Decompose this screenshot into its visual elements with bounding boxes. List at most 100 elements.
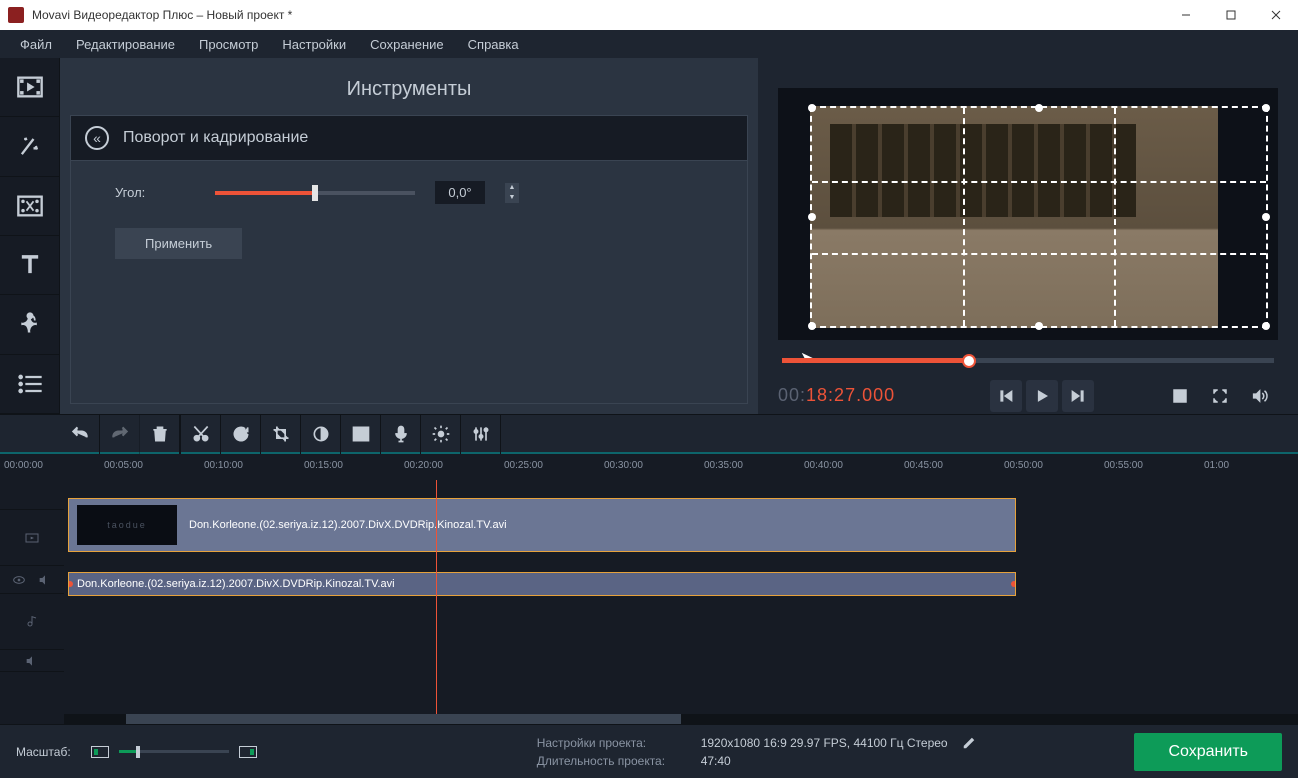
- settings-button[interactable]: [421, 414, 461, 454]
- ruler-tick: 00:40:00: [804, 460, 843, 471]
- mic-button[interactable]: [381, 414, 421, 454]
- spinner-down-icon[interactable]: ▼: [505, 193, 519, 203]
- sidebar-effects[interactable]: [0, 295, 59, 354]
- equalizer-button[interactable]: [461, 414, 501, 454]
- volume-button[interactable]: [1242, 378, 1278, 414]
- menu-save[interactable]: Сохранение: [358, 33, 456, 56]
- preview-panel: ➤ 00:18:27.000: [758, 58, 1298, 414]
- proj-settings-value: 1920x1080 16:9 29.97 FPS, 44100 Гц Стере…: [701, 736, 948, 750]
- close-button[interactable]: [1253, 0, 1298, 30]
- minimize-button[interactable]: [1163, 0, 1208, 30]
- ruler-tick: 00:25:00: [504, 460, 543, 471]
- sidebar-media[interactable]: [0, 58, 59, 117]
- menu-view[interactable]: Просмотр: [187, 33, 270, 56]
- tool-name: Поворот и кадрирование: [123, 129, 308, 147]
- ruler-tick: 00:45:00: [904, 460, 943, 471]
- crop-handle-mr[interactable]: [1262, 213, 1270, 221]
- clip-thumbnail: taodue: [77, 505, 177, 545]
- scrollbar-thumb[interactable]: [126, 714, 681, 724]
- tool-body: Угол: 0,0° ▲▼ Применить: [70, 160, 748, 404]
- video-track-icon: [24, 530, 40, 546]
- crop-handle-br[interactable]: [1262, 322, 1270, 330]
- timeline-toolbar: [0, 414, 1298, 454]
- sidebar-more[interactable]: [0, 355, 59, 414]
- crop-handle-bc[interactable]: [1035, 322, 1043, 330]
- delete-button[interactable]: [140, 414, 180, 454]
- crop-handle-ml[interactable]: [808, 213, 816, 221]
- image-button[interactable]: [341, 414, 381, 454]
- proj-settings-label: Настройки проекта:: [537, 736, 687, 750]
- ruler-tick: 00:55:00: [1104, 460, 1143, 471]
- zoom-label: Масштаб:: [16, 745, 71, 759]
- play-button[interactable]: [1026, 380, 1058, 412]
- menu-file[interactable]: Файл: [8, 33, 64, 56]
- track-headers: [0, 480, 64, 714]
- redo-button[interactable]: [100, 414, 140, 454]
- rotate-button[interactable]: [221, 414, 261, 454]
- save-button[interactable]: Сохранить: [1134, 733, 1282, 771]
- timeline: 00:00:0000:05:0000:10:0000:15:0000:20:00…: [0, 454, 1298, 724]
- ruler-tick: 00:10:00: [204, 460, 243, 471]
- menu-edit[interactable]: Редактирование: [64, 33, 187, 56]
- undo-button[interactable]: [60, 414, 100, 454]
- zoom-in-icon[interactable]: [239, 746, 257, 758]
- statusbar: Масштаб: Настройки проекта: 1920x1080 16…: [0, 724, 1298, 778]
- seek-bar[interactable]: [782, 358, 1274, 363]
- angle-value[interactable]: 0,0°: [435, 181, 485, 204]
- angle-slider-thumb[interactable]: [312, 185, 318, 201]
- crop-handle-tr[interactable]: [1262, 104, 1270, 112]
- playhead[interactable]: [436, 480, 437, 714]
- fullscreen-button[interactable]: [1202, 378, 1238, 414]
- prev-frame-button[interactable]: [990, 380, 1022, 412]
- clip-label: Don.Korleone.(02.seriya.iz.12).2007.DivX…: [189, 519, 507, 531]
- menu-settings[interactable]: Настройки: [270, 33, 358, 56]
- ruler-tick: 00:50:00: [1004, 460, 1043, 471]
- crop-frame[interactable]: [810, 106, 1268, 328]
- eye-icon[interactable]: [11, 572, 27, 588]
- ruler-tick: 00:35:00: [704, 460, 743, 471]
- edit-icon[interactable]: [962, 736, 976, 750]
- spinner-up-icon[interactable]: ▲: [505, 183, 519, 193]
- speaker-icon[interactable]: [24, 653, 40, 669]
- zoom-slider-thumb[interactable]: [136, 746, 140, 758]
- crop-handle-tc[interactable]: [1035, 104, 1043, 112]
- next-frame-button[interactable]: [1062, 380, 1094, 412]
- sidebar-titles[interactable]: [0, 236, 59, 295]
- menu-help[interactable]: Справка: [456, 33, 531, 56]
- tool-panel: Инструменты « Поворот и кадрирование Уго…: [60, 58, 758, 414]
- ruler-tick: 00:00:00: [4, 460, 43, 471]
- color-button[interactable]: [301, 414, 341, 454]
- back-icon[interactable]: «: [85, 126, 109, 150]
- ruler-tick: 01:00: [1204, 460, 1229, 471]
- crop-handle-tl[interactable]: [808, 104, 816, 112]
- proj-duration-label: Длительность проекта:: [537, 754, 687, 768]
- sidebar-transitions[interactable]: [0, 177, 59, 236]
- crop-handle-bl[interactable]: [808, 322, 816, 330]
- clip-label: Don.Korleone.(02.seriya.iz.12).2007.DivX…: [77, 578, 395, 590]
- video-clip[interactable]: taodue Don.Korleone.(02.seriya.iz.12).20…: [68, 498, 1016, 552]
- time-ruler[interactable]: 00:00:0000:05:0000:10:0000:15:0000:20:00…: [0, 454, 1298, 480]
- speaker-icon[interactable]: [37, 572, 53, 588]
- angle-slider[interactable]: [215, 191, 415, 195]
- crop-button[interactable]: [261, 414, 301, 454]
- zoom-slider[interactable]: [119, 750, 229, 753]
- sidebar: [0, 58, 60, 414]
- sidebar-filters[interactable]: [0, 117, 59, 176]
- zoom-out-icon[interactable]: [91, 746, 109, 758]
- timeline-scrollbar[interactable]: [64, 714, 1298, 724]
- maximize-button[interactable]: [1208, 0, 1253, 30]
- preview-canvas[interactable]: ➤: [778, 88, 1278, 340]
- menubar: Файл Редактирование Просмотр Настройки С…: [0, 30, 1298, 58]
- angle-label: Угол:: [115, 185, 195, 200]
- ruler-tick: 00:05:00: [104, 460, 143, 471]
- cut-button[interactable]: [181, 414, 221, 454]
- apply-button[interactable]: Применить: [115, 228, 242, 259]
- detach-button[interactable]: [1162, 378, 1198, 414]
- seek-thumb[interactable]: [962, 354, 976, 368]
- audio-clip[interactable]: Don.Korleone.(02.seriya.iz.12).2007.DivX…: [68, 572, 1016, 596]
- proj-duration-value: 47:40: [701, 754, 731, 768]
- angle-spinner[interactable]: ▲▼: [505, 183, 519, 203]
- track-body[interactable]: taodue Don.Korleone.(02.seriya.iz.12).20…: [64, 480, 1298, 714]
- titlebar: Movavi Видеоредактор Плюс – Новый проект…: [0, 0, 1298, 30]
- ruler-tick: 00:15:00: [304, 460, 343, 471]
